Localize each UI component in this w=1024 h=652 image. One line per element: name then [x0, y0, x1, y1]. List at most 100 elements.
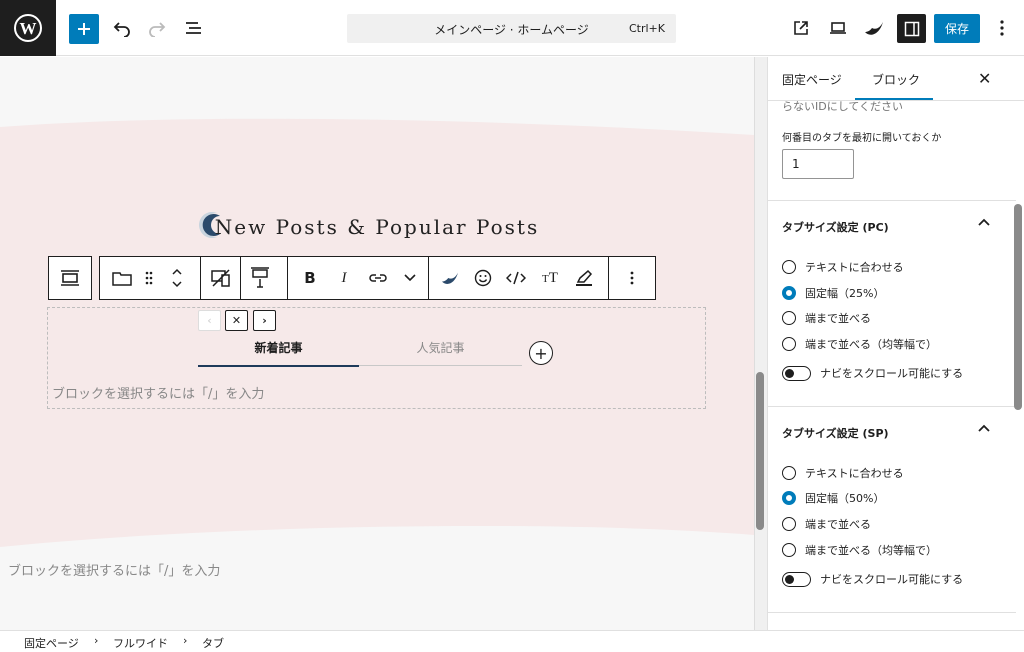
options-menu-button[interactable]: [988, 14, 1016, 42]
editor-header: W メインページ · ホームページ Ctrl+K 保存: [0, 0, 1024, 56]
block-placeholder[interactable]: ブロックを選択するには「/」を入力: [8, 560, 220, 579]
section-heading[interactable]: New Posts & Popular Posts: [0, 215, 754, 239]
breadcrumb-page[interactable]: 固定ページ: [24, 635, 79, 651]
block-toolbar: B I TT: [48, 256, 656, 300]
block-controls-group: B I TT: [99, 256, 656, 300]
radio-pc-stretch[interactable]: 端まで並べる: [782, 309, 871, 327]
font-size-button[interactable]: TT: [533, 257, 567, 299]
chevron-left-icon: ‹: [207, 314, 212, 327]
add-tab-button[interactable]: +: [529, 341, 553, 365]
undo-icon: [113, 22, 130, 37]
panel-title-pc[interactable]: タブサイズ設定 (PC): [782, 219, 889, 235]
sidebar-scrollbar-thumb[interactable]: [1014, 204, 1022, 410]
radio-pc-fixed[interactable]: 固定幅（25%）: [782, 284, 884, 302]
toggle-switch[interactable]: [782, 365, 811, 381]
margin-setting-button[interactable]: [242, 257, 278, 299]
block-type-button[interactable]: [104, 257, 140, 299]
radio-label: 端まで並べる: [805, 312, 871, 325]
radio-button[interactable]: [782, 543, 796, 557]
close-icon: ✕: [231, 314, 242, 327]
chevron-up-icon: [978, 218, 990, 226]
canvas-scrollbar-thumb[interactable]: [756, 372, 764, 530]
toggle-switch[interactable]: [782, 571, 811, 587]
document-title: メインページ · ホームページ: [434, 23, 589, 37]
panel-title-sp[interactable]: タブサイズ設定 (SP): [782, 425, 889, 441]
wordpress-logo-icon[interactable]: W: [0, 0, 56, 56]
radio-pc-fit-text[interactable]: テキストに合わせる: [782, 258, 904, 276]
view-page-button[interactable]: [787, 14, 815, 42]
save-button[interactable]: 保存: [934, 14, 980, 43]
command-palette-bar[interactable]: メインページ · ホームページ Ctrl+K: [347, 14, 676, 43]
tab-move-left-button[interactable]: ‹: [198, 310, 221, 331]
tab-block-icon: [112, 272, 132, 286]
preview-button[interactable]: [824, 14, 852, 42]
toolbar-divider: [200, 257, 201, 299]
radio-button-selected[interactable]: [782, 286, 796, 300]
block-placeholder[interactable]: ブロックを選択するには「/」を入力: [52, 383, 264, 402]
panel-pc-toggle[interactable]: [978, 215, 990, 229]
shortcut-hint: Ctrl+K: [628, 22, 665, 35]
desktop-icon: [830, 22, 846, 34]
more-vertical-icon: [1000, 20, 1004, 36]
chevron-right-icon: ›: [262, 314, 267, 327]
radio-pc-stretch-equal[interactable]: 端まで並べる（均等幅で）: [782, 335, 937, 353]
radio-button[interactable]: [782, 260, 796, 274]
swell-settings-button[interactable]: [860, 14, 888, 42]
highlight-button[interactable]: [567, 257, 601, 299]
bold-button[interactable]: B: [293, 257, 327, 299]
toolbar-divider: [428, 257, 429, 299]
device-visibility-button[interactable]: [202, 257, 240, 299]
chevron-right-icon: ›: [94, 634, 99, 647]
link-button[interactable]: [361, 257, 395, 299]
svg-text:W: W: [20, 19, 37, 38]
tab-new-posts[interactable]: 新着記事: [198, 337, 359, 367]
toolbar-divider: [240, 257, 241, 299]
radio-button[interactable]: [782, 517, 796, 531]
block-options-button[interactable]: [614, 257, 650, 299]
settings-sidebar: 固定ページ ブロック ✕ らないIDにしてください 何番目のタブを最初に開いてお…: [767, 57, 1024, 630]
close-sidebar-button[interactable]: ✕: [978, 69, 991, 88]
breadcrumb-full-wide[interactable]: フルワイド: [113, 635, 168, 651]
swell-format-button[interactable]: [433, 257, 467, 299]
swell-logo-icon: [865, 22, 883, 35]
help-text: らないIDにしてください: [782, 100, 904, 113]
radio-label: 固定幅（25%）: [805, 287, 885, 300]
plus-icon: +: [534, 343, 548, 363]
radio-sp-stretch[interactable]: 端まで並べる: [782, 515, 871, 533]
select-parent-button[interactable]: [49, 257, 91, 299]
tab-block-settings[interactable]: ブロック: [872, 71, 920, 88]
toggle-sp-scrollable-nav[interactable]: ナビをスクロール可能にする: [782, 570, 963, 588]
undo-button[interactable]: [108, 14, 136, 42]
canvas-scrollbar[interactable]: [754, 57, 767, 630]
toggle-pc-scrollable-nav[interactable]: ナビをスクロール可能にする: [782, 364, 963, 382]
radio-button-selected[interactable]: [782, 491, 796, 505]
radio-label: テキストに合わせる: [805, 467, 904, 480]
move-up-down-button[interactable]: [162, 257, 192, 299]
more-formats-button[interactable]: [395, 257, 425, 299]
tab-move-right-button[interactable]: ›: [253, 310, 276, 331]
radio-sp-fixed[interactable]: 固定幅（50%）: [782, 489, 884, 507]
add-block-button[interactable]: [69, 14, 99, 44]
document-overview-button[interactable]: [180, 14, 208, 42]
drag-handle[interactable]: [140, 257, 158, 299]
radio-button[interactable]: [782, 311, 796, 325]
radio-button[interactable]: [782, 466, 796, 480]
redo-button[interactable]: [143, 14, 171, 42]
tab-delete-button[interactable]: ✕: [225, 310, 248, 331]
tab-popular-posts[interactable]: 人気記事: [359, 337, 522, 366]
drag-handle-icon: [145, 271, 153, 285]
italic-button[interactable]: I: [327, 257, 361, 299]
open-tab-number-input[interactable]: 1: [782, 149, 854, 179]
panel-sp-toggle[interactable]: [978, 421, 990, 435]
radio-label: テキストに合わせる: [805, 261, 904, 274]
sidebar-tabs: 固定ページ ブロック ✕: [768, 57, 1024, 101]
settings-sidebar-toggle[interactable]: [897, 14, 926, 43]
tab-page-settings[interactable]: 固定ページ: [782, 71, 842, 88]
radio-label: 端まで並べる（均等幅で）: [805, 338, 937, 351]
radio-sp-stretch-equal[interactable]: 端まで並べる（均等幅で）: [782, 541, 937, 559]
radio-sp-fit-text[interactable]: テキストに合わせる: [782, 464, 904, 482]
radio-button[interactable]: [782, 337, 796, 351]
emoji-button[interactable]: [467, 257, 499, 299]
inline-code-button[interactable]: [499, 257, 533, 299]
device-control-icon: [211, 269, 230, 287]
